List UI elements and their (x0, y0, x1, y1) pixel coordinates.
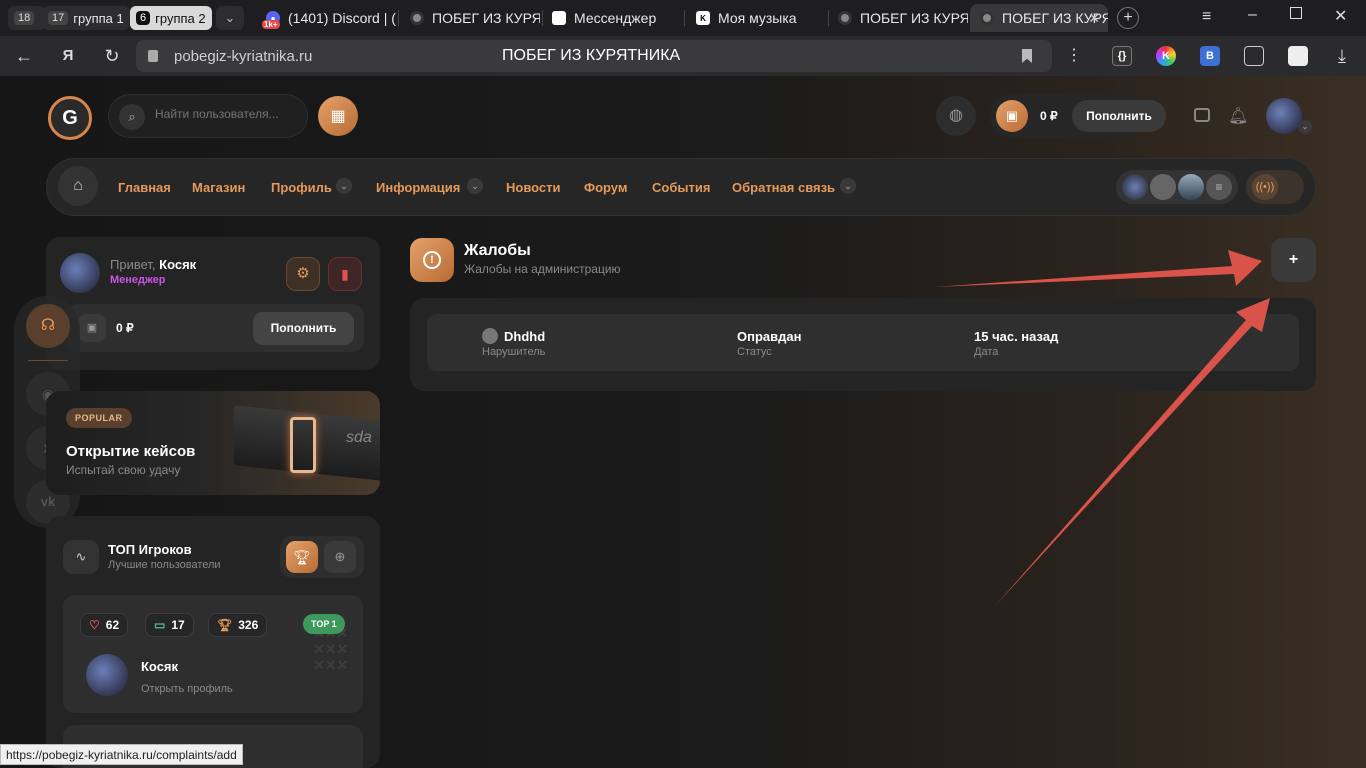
arrow-horizontal (934, 250, 1262, 287)
minimize-icon[interactable]: – (1248, 6, 1257, 24)
tab-pobeg-2[interactable]: ПОБЕГ ИЗ КУРЯ (828, 4, 968, 32)
tab-group-1[interactable]: 18 (8, 6, 46, 30)
site-favicon-icon (838, 11, 852, 25)
new-tab-icon[interactable]: + (1117, 7, 1139, 29)
url-text: pobegiz-kyriatnika.ru (174, 48, 313, 65)
tab-group-collapse-icon[interactable]: ⌄ (216, 6, 244, 30)
browser-address-bar: ← Я ↻ pobegiz-kyriatnika.ru ПОБЕГ ИЗ КУР… (0, 36, 1366, 76)
site-favicon-icon (980, 11, 994, 25)
extension-doc-icon[interactable] (1288, 46, 1308, 66)
reload-icon[interactable]: ↻ (100, 44, 124, 68)
page-title-text: ПОБЕГ ИЗ КУРЯТНИКА (502, 47, 681, 64)
tab-messenger[interactable]: Мессенджер (542, 4, 682, 32)
back-icon[interactable]: ← (12, 44, 36, 68)
vk-icon: K (696, 11, 710, 25)
more-icon[interactable]: ⋮ (1062, 44, 1086, 68)
site-page: G ⌕ ▦ ◍ ▣ 0 ₽ Пополнить 🔔︎ ⌄ ⌂ Главная М… (0, 76, 1366, 768)
close-window-icon[interactable]: ✕ (1334, 6, 1347, 26)
tab-group-3[interactable]: 6 группа 2 (130, 6, 212, 30)
address-field[interactable]: pobegiz-kyriatnika.ru ПОБЕГ ИЗ КУРЯТНИКА (136, 40, 1052, 72)
tab-group-count: 6 (136, 11, 151, 25)
messenger-icon (552, 11, 566, 25)
extension-b-icon[interactable]: B (1200, 46, 1220, 66)
tab-group-count: 17 (48, 11, 69, 25)
tab-group-2[interactable]: 17 группа 1 (42, 6, 130, 30)
restore-icon[interactable] (1290, 7, 1302, 19)
yandex-icon[interactable]: Я (56, 44, 80, 68)
menu-icon[interactable]: ≡ (1202, 8, 1211, 26)
annotation-arrows (934, 250, 1270, 606)
lock-icon (148, 50, 158, 62)
vk-extension-icon[interactable]: K (1156, 46, 1176, 66)
arrow-diagonal (995, 298, 1270, 606)
collections-icon[interactable] (1244, 46, 1264, 66)
download-icon[interactable]: ⤓ (1330, 44, 1354, 68)
notification-badge: 1k+ (262, 20, 280, 29)
tab-group-count: 18 (14, 11, 35, 25)
tab-group-label: группа 2 (155, 10, 206, 26)
tab-group-label: группа 1 (73, 10, 124, 26)
tab-music[interactable]: K Моя музыка (686, 4, 826, 32)
bookmark-icon[interactable] (1022, 49, 1032, 63)
status-bar-url: https://pobegiz-kyriatnika.ru/complaints… (0, 744, 243, 765)
close-tab-icon[interactable]: ✕ (1088, 10, 1100, 27)
site-favicon-icon (410, 11, 424, 25)
tab-pobeg-active[interactable]: ПОБЕГ ИЗ КУРЯ ✕ (970, 4, 1108, 32)
browser-tab-bar: 18 17 группа 1 6 группа 2 ⌄ ● (1401) Discor… (0, 0, 1366, 36)
extension-braces-icon[interactable]: {} (1112, 46, 1132, 66)
tab-pobeg-1[interactable]: ПОБЕГ ИЗ КУРЯ (400, 4, 540, 32)
